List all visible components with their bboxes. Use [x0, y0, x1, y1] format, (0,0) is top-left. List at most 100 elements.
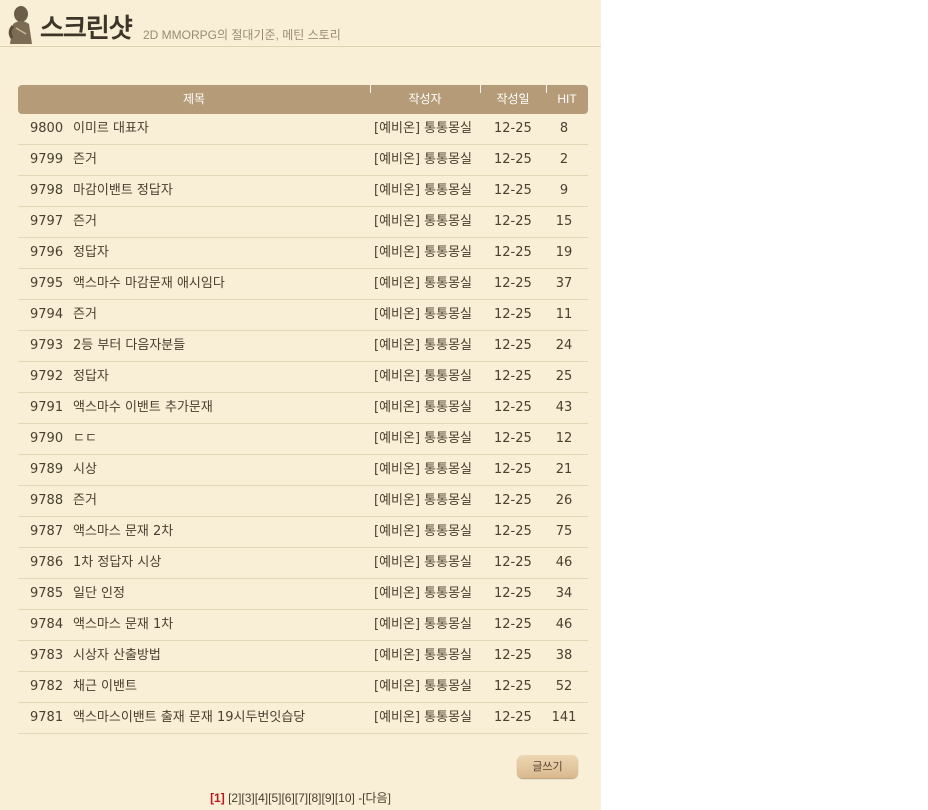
table-row[interactable]: 9791 액스마수 이밴트 추가문재 [예비온] 통통몽실 12-25 43 [18, 393, 588, 424]
post-author: [예비온] 통통몽실 [374, 679, 472, 694]
post-author: [예비온] 통통몽실 [374, 369, 472, 384]
post-number: 9790 [30, 431, 64, 446]
post-title-link[interactable]: 시상자 산출방법 [73, 641, 161, 671]
table-row[interactable]: 9794 즌거 [예비온] 통통몽실 12-25 11 [18, 300, 588, 331]
post-title-link[interactable]: 이미르 대표자 [73, 114, 149, 144]
column-author: 작성자 [408, 92, 442, 106]
post-number: 9797 [30, 214, 64, 229]
post-hit-count: 46 [555, 617, 573, 632]
post-date: 12-25 [494, 121, 532, 136]
table-row[interactable]: 9782 채근 이밴트 [예비온] 통통몽실 12-25 52 [18, 672, 588, 703]
post-hit-count: 11 [555, 307, 573, 322]
column-date: 작성일 [496, 92, 530, 106]
post-author: [예비온] 통통몽실 [374, 431, 472, 446]
page-links: [2][3][4][5][6][7][8][9][10] [228, 791, 355, 805]
post-list: 9800 이미르 대표자 [예비온] 통통몽실 12-25 8 9799 즌거 [예비온] 통… [18, 114, 588, 734]
table-row[interactable]: 9793 2등 부터 다음자분들 [예비온] 통통몽실 12-25 24 [18, 331, 588, 362]
page-link[interactable]: [2] [228, 791, 241, 805]
page-link[interactable]: [10] [335, 791, 355, 805]
post-date: 12-25 [494, 245, 532, 260]
post-number: 9800 [30, 121, 64, 136]
post-hit-count: 24 [555, 338, 573, 353]
post-hit-count: 52 [555, 679, 573, 694]
post-title-link[interactable]: 즌거 [73, 207, 97, 237]
table-row[interactable]: 9784 액스마스 문재 1차 [예비온] 통통몽실 12-25 46 [18, 610, 588, 641]
post-title-link[interactable]: 정답자 [73, 238, 109, 268]
post-author: [예비온] 통통몽실 [374, 462, 472, 477]
post-date: 12-25 [494, 617, 532, 632]
post-number: 9792 [30, 369, 64, 384]
post-number: 9789 [30, 462, 64, 477]
table-row[interactable]: 9789 시상 [예비온] 통통몽실 12-25 21 [18, 455, 588, 486]
header-divider [0, 46, 601, 47]
post-title-link[interactable]: 1차 정답자 시상 [73, 548, 161, 578]
post-title-link[interactable]: 정답자 [73, 362, 109, 392]
post-date: 12-25 [494, 338, 532, 353]
page-link[interactable]: [7] [295, 791, 308, 805]
table-row[interactable]: 9797 즌거 [예비온] 통통몽실 12-25 15 [18, 207, 588, 238]
post-author: [예비온] 통통몽실 [374, 276, 472, 291]
page-link[interactable]: [9] [321, 791, 334, 805]
page-link[interactable]: [5] [268, 791, 281, 805]
table-row[interactable]: 9781 액스마스이밴트 출재 문재 19시두번잇습당 [예비온] 통통몽실 12-2… [18, 703, 588, 734]
post-date: 12-25 [494, 462, 532, 477]
write-button[interactable]: 글쓰기 [517, 755, 578, 778]
post-author: [예비온] 통통몽실 [374, 617, 472, 632]
post-date: 12-25 [494, 400, 532, 415]
post-title-link[interactable]: 시상 [73, 455, 97, 485]
post-number: 9783 [30, 648, 64, 663]
figure-logo-icon [4, 4, 38, 46]
post-date: 12-25 [494, 648, 532, 663]
table-row[interactable]: 9790 ㄷㄷ [예비온] 통통몽실 12-25 12 [18, 424, 588, 455]
post-title-link[interactable]: 액스마수 이밴트 추가문재 [73, 393, 213, 423]
post-number: 9793 [30, 338, 64, 353]
post-date: 12-25 [494, 276, 532, 291]
post-hit-count: 141 [551, 710, 577, 725]
table-row[interactable]: 9788 즌거 [예비온] 통통몽실 12-25 26 [18, 486, 588, 517]
post-author: [예비온] 통통몽실 [374, 493, 472, 508]
post-title-link[interactable]: 채근 이밴트 [73, 672, 137, 702]
post-number: 9799 [30, 152, 64, 167]
post-date: 12-25 [494, 493, 532, 508]
post-title-link[interactable]: 액스마스 문재 1차 [73, 610, 173, 640]
post-title-link[interactable]: 2등 부터 다음자분들 [73, 331, 185, 361]
page-link[interactable]: [3] [241, 791, 254, 805]
post-title-link[interactable]: 액스마수 마감문재 애시임다 [73, 269, 225, 299]
post-title-link[interactable]: 즌거 [73, 145, 97, 175]
table-row[interactable]: 9787 액스마스 문재 2차 [예비온] 통통몽실 12-25 75 [18, 517, 588, 548]
post-author: [예비온] 통통몽실 [374, 338, 472, 353]
post-date: 12-25 [494, 183, 532, 198]
table-row[interactable]: 9795 액스마수 마감문재 애시임다 [예비온] 통통몽실 12-25 37 [18, 269, 588, 300]
pagination: [1] [2][3][4][5][6][7][8][9][10] -[다음] [0, 789, 601, 806]
post-title-link[interactable]: 마감이밴트 정답자 [73, 176, 173, 206]
post-title-link[interactable]: ㄷㄷ [73, 424, 97, 454]
post-author: [예비온] 통통몽실 [374, 245, 472, 260]
post-hit-count: 2 [559, 152, 569, 167]
post-hit-count: 43 [555, 400, 573, 415]
table-row[interactable]: 9800 이미르 대표자 [예비온] 통통몽실 12-25 8 [18, 114, 588, 145]
table-row[interactable]: 9792 정답자 [예비온] 통통몽실 12-25 25 [18, 362, 588, 393]
table-row[interactable]: 9799 즌거 [예비온] 통통몽실 12-25 2 [18, 145, 588, 176]
next-page-link[interactable]: -[다음] [358, 791, 391, 805]
page-link[interactable]: [6] [281, 791, 294, 805]
current-page[interactable]: [1] [210, 791, 225, 805]
table-row[interactable]: 9796 정답자 [예비온] 통통몽실 12-25 19 [18, 238, 588, 269]
table-row[interactable]: 9786 1차 정답자 시상 [예비온] 통통몽실 12-25 46 [18, 548, 588, 579]
post-title-link[interactable]: 일단 인정 [73, 579, 125, 609]
table-row[interactable]: 9783 시상자 산출방법 [예비온] 통통몽실 12-25 38 [18, 641, 588, 672]
post-hit-count: 15 [555, 214, 573, 229]
post-title-link[interactable]: 즌거 [73, 486, 97, 516]
post-title-link[interactable]: 즌거 [73, 300, 97, 330]
post-title-link[interactable]: 액스마스이밴트 출재 문재 19시두번잇습당 [73, 703, 305, 733]
post-hit-count: 12 [555, 431, 573, 446]
table-row[interactable]: 9798 마감이밴트 정답자 [예비온] 통통몽실 12-25 9 [18, 176, 588, 207]
board-panel: 스크린샷 2D MMORPG의 절대기준, 메틴 스토리 제목 작성자 작성일 … [0, 0, 601, 810]
page-link[interactable]: [4] [255, 791, 268, 805]
post-hit-count: 34 [555, 586, 573, 601]
page-title: 스크린샷 [40, 14, 133, 44]
post-date: 12-25 [494, 586, 532, 601]
post-date: 12-25 [494, 307, 532, 322]
post-title-link[interactable]: 액스마스 문재 2차 [73, 517, 173, 547]
page-link[interactable]: [8] [308, 791, 321, 805]
table-row[interactable]: 9785 일단 인정 [예비온] 통통몽실 12-25 34 [18, 579, 588, 610]
